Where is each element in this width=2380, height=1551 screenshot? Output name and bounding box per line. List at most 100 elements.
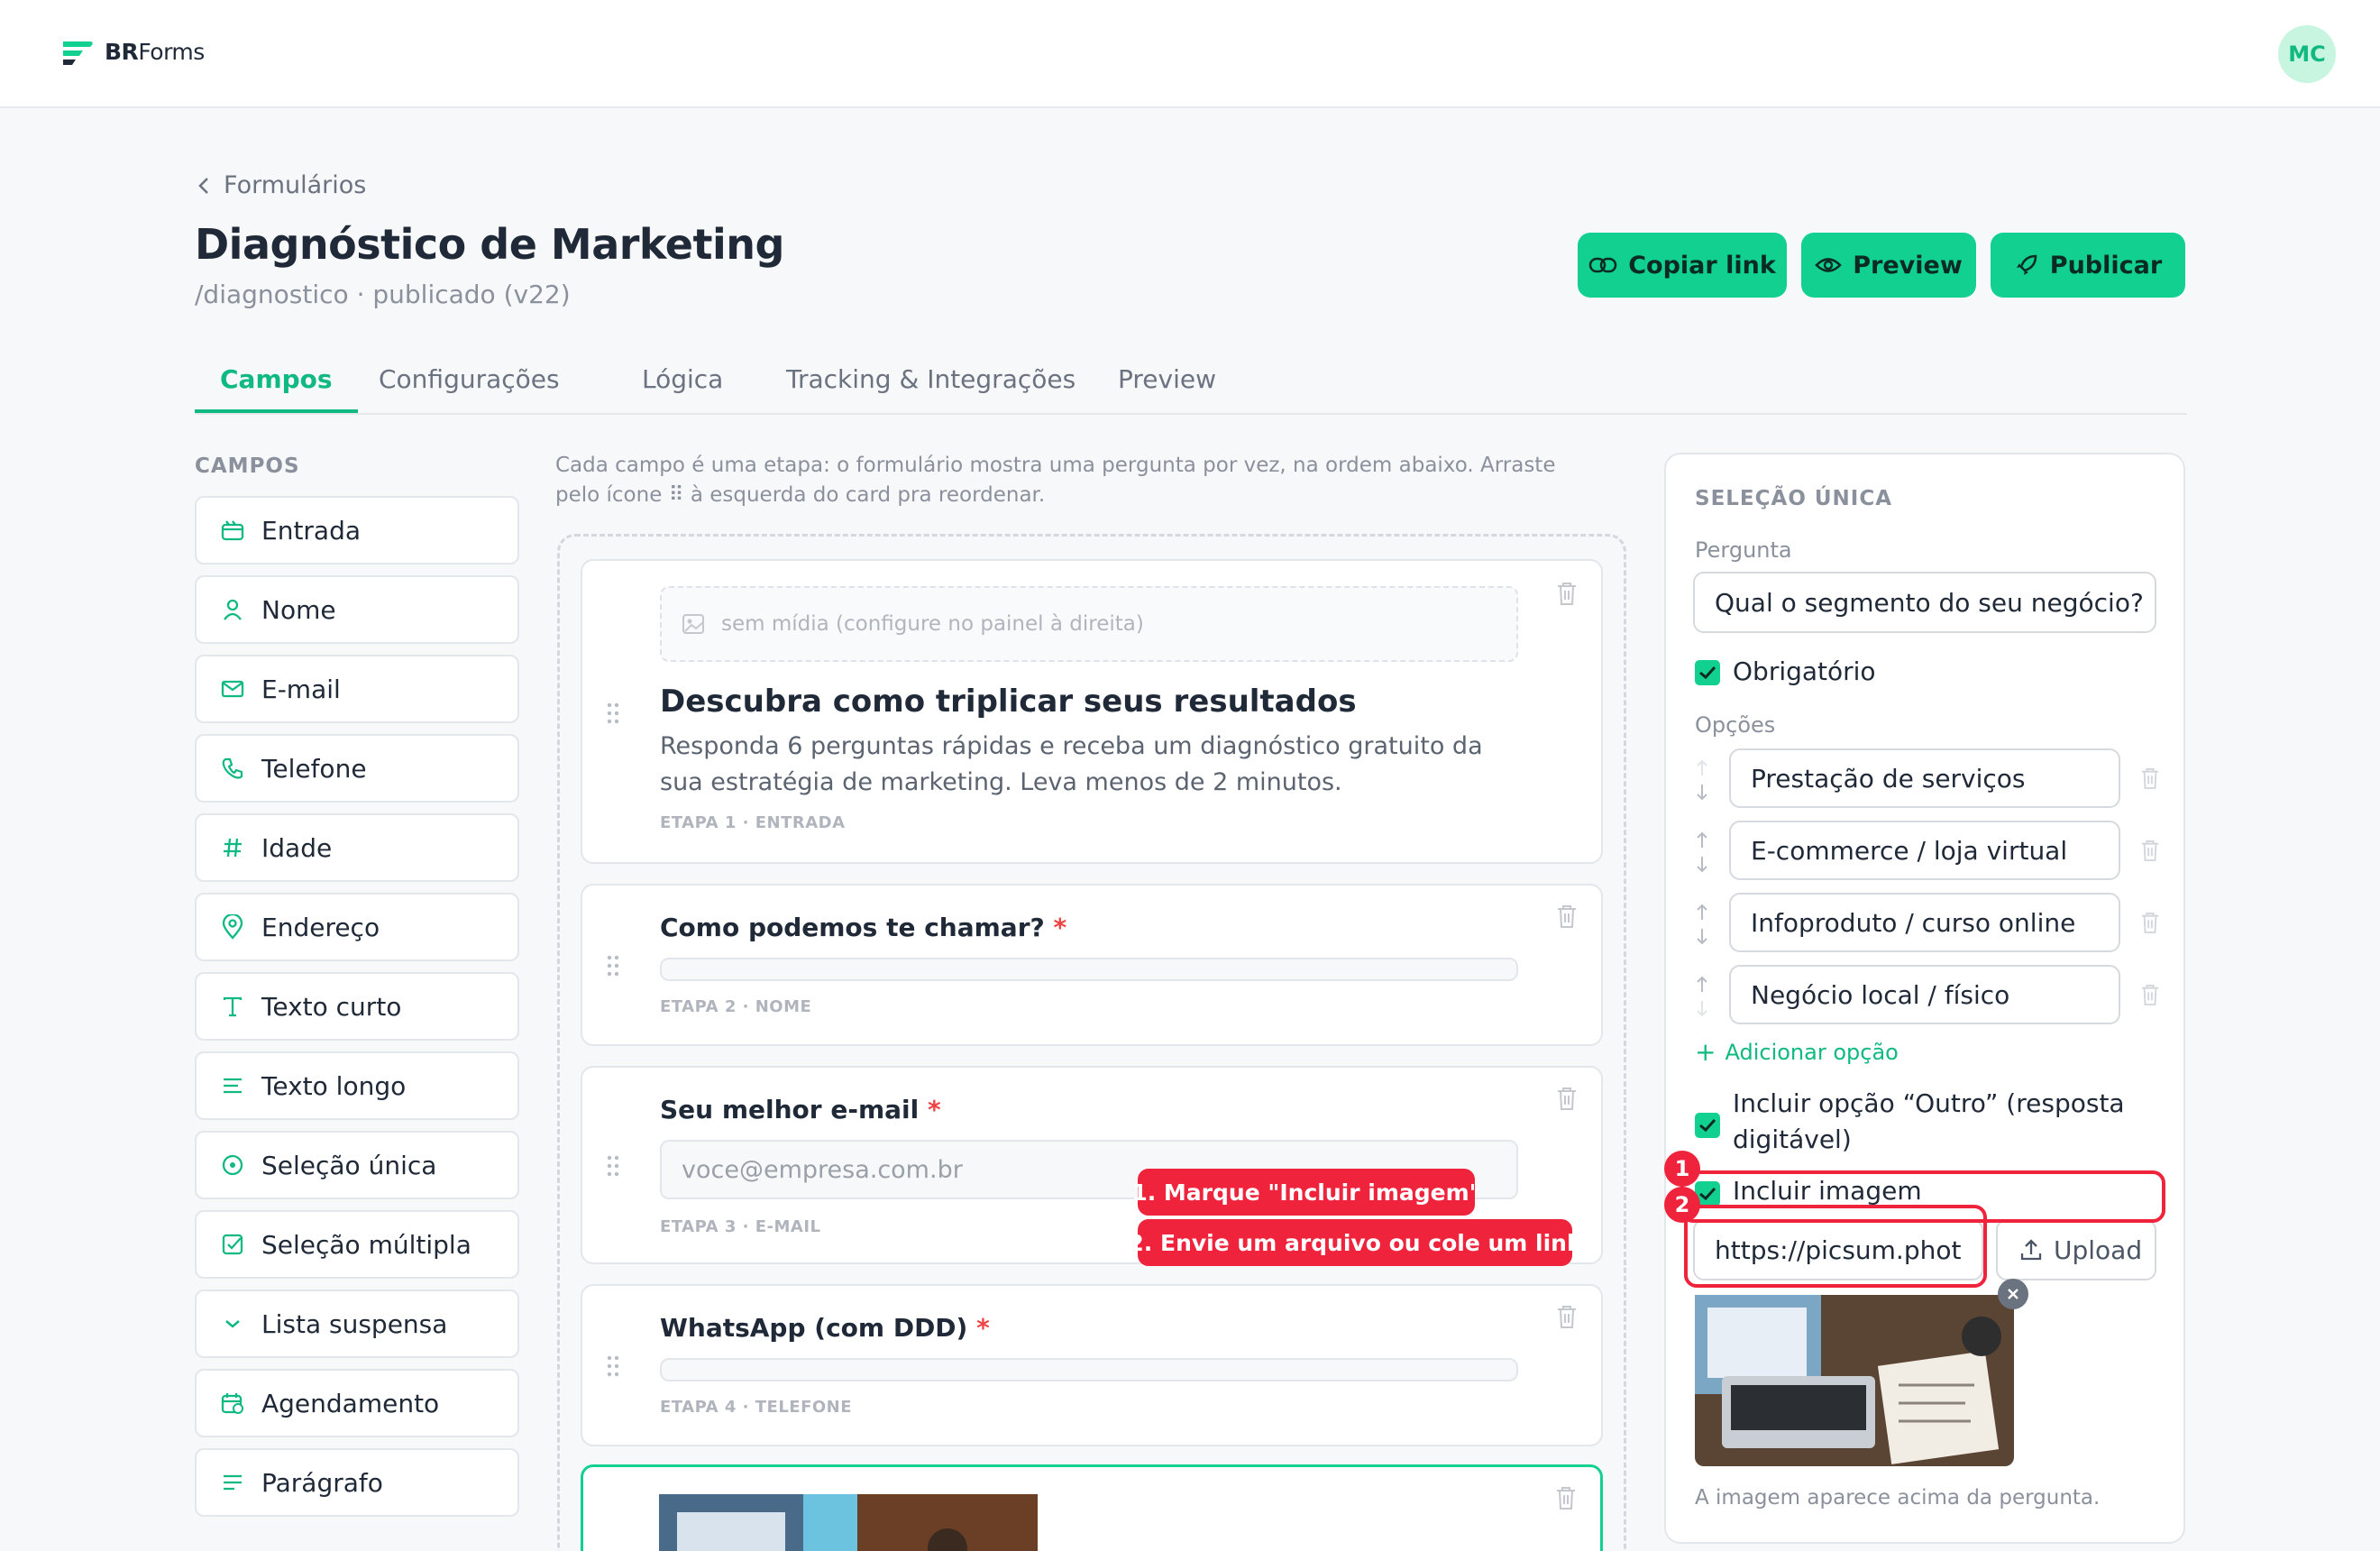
answer-preview-input (660, 1358, 1518, 1381)
field-entrada[interactable]: Entrada (195, 496, 519, 564)
breadcrumb-back[interactable]: Formulários (197, 171, 366, 199)
brand-logo[interactable]: BRForms (60, 36, 205, 67)
required-label: Obrigatório (1733, 656, 1876, 686)
calendar-icon (220, 1390, 245, 1416)
form-card-selected[interactable] (581, 1464, 1603, 1551)
callout-number-2: 2 (1664, 1187, 1700, 1223)
option-input[interactable]: Negócio local / físico (1729, 965, 2120, 1024)
question-input[interactable]: Qual o segmento do seu negócio? (1693, 572, 2156, 633)
form-card[interactable]: sem mídia (configure no painel à direita… (581, 559, 1603, 864)
copy-link-button[interactable]: Copiar link (1578, 233, 1787, 298)
media-placeholder[interactable]: sem mídia (configure no painel à direita… (660, 586, 1518, 662)
publish-button[interactable]: Publicar (1991, 233, 2185, 298)
step-label: ETAPA 4 · TELEFONE (660, 1398, 853, 1417)
card-image-thumbnail (659, 1494, 1038, 1551)
sidebar-heading: CAMPOS (195, 454, 300, 478)
card-question: WhatsApp (com DDD) * (660, 1313, 990, 1343)
image-hint: A imagem aparece acima da pergunta. (1695, 1486, 2101, 1510)
chevron-left-icon (198, 177, 208, 194)
field-telefone[interactable]: Telefone (195, 734, 519, 803)
editor-help-text: Cada campo é uma etapa: o formulário mos… (555, 454, 1556, 507)
other-option-label: Incluir opção “Outro” (resposta digitáve… (1733, 1088, 2125, 1154)
reorder-arrows-icon[interactable] (1693, 902, 1711, 947)
field-lista-suspensa[interactable]: Lista suspensa (195, 1289, 519, 1358)
top-bar: BRForms MC (0, 0, 2380, 108)
field-settings-panel: SELEÇÃO ÚNICA Pergunta Qual o segmento d… (1664, 453, 2185, 1544)
tab-configuracoes[interactable]: Configurações (353, 364, 585, 413)
paragraph-icon (220, 1470, 245, 1495)
drag-handle-icon[interactable] (606, 702, 620, 725)
drag-handle-icon[interactable] (606, 1154, 620, 1178)
reorder-arrows-icon[interactable] (1693, 757, 1711, 803)
plus-icon: + (1695, 1037, 1716, 1067)
trash-icon[interactable] (2140, 911, 2160, 934)
trash-icon[interactable] (1556, 1304, 1578, 1329)
field-paragrafo[interactable]: Parágrafo (195, 1448, 519, 1517)
remove-image-button[interactable] (1998, 1279, 2028, 1309)
field-agendamento[interactable]: Agendamento (195, 1369, 519, 1437)
field-selecao-unica[interactable]: Seleção única (195, 1131, 519, 1199)
rocket-icon (2016, 254, 2037, 275)
trash-icon[interactable] (1556, 904, 1578, 929)
card-question: Como podemos te chamar? * (660, 913, 1067, 942)
callout-step-1: 1. Marque "Incluir imagem" (1131, 1169, 1481, 1216)
close-icon (2008, 1289, 2018, 1299)
field-endereco[interactable]: Endereço (195, 893, 519, 961)
trash-icon[interactable] (1555, 1485, 1577, 1510)
entry-icon (220, 518, 245, 543)
eye-icon (1815, 258, 1843, 272)
add-option-button[interactable]: + Adicionar opção (1695, 1037, 1899, 1067)
tab-preview[interactable]: Preview (1093, 364, 1241, 413)
card-question: Seu melhor e-mail * (660, 1095, 941, 1124)
step-label: ETAPA 2 · NOME (660, 997, 812, 1016)
trash-icon[interactable] (1556, 1086, 1578, 1111)
checkbox-icon (220, 1232, 245, 1257)
card-description: Responda 6 perguntas rápidas e receba um… (660, 732, 1483, 796)
field-idade[interactable]: Idade (195, 813, 519, 882)
upload-button[interactable]: Upload (1996, 1219, 2156, 1280)
callout-number-1: 1 (1664, 1151, 1700, 1187)
option-input[interactable]: Prestação de serviços (1729, 748, 2120, 808)
field-nome[interactable]: Nome (195, 575, 519, 644)
option-input[interactable]: E-commerce / loja virtual (1729, 821, 2120, 880)
upload-icon (2020, 1239, 2042, 1261)
page-title: Diagnóstico de Marketing (195, 220, 784, 269)
trash-icon[interactable] (2140, 766, 2160, 790)
drag-handle-icon[interactable] (606, 954, 620, 977)
chevron-down-icon (220, 1311, 245, 1336)
hash-icon (220, 835, 245, 860)
callout-step-2: 2. Envie um arquivo ou cole um link (1128, 1219, 1582, 1266)
form-card[interactable]: WhatsApp (com DDD) * ETAPA 4 · TELEFONE (581, 1284, 1603, 1446)
mail-icon (220, 676, 245, 702)
reorder-arrows-icon[interactable] (1693, 830, 1711, 875)
tab-logica[interactable]: Lógica (617, 364, 748, 413)
required-checkbox[interactable] (1695, 660, 1720, 685)
other-option-checkbox[interactable] (1695, 1113, 1720, 1138)
trash-icon[interactable] (2140, 983, 2160, 1006)
question-label: Pergunta (1695, 537, 1792, 563)
drag-handle-icon[interactable] (606, 1354, 620, 1378)
highlight-image-url (1684, 1205, 1987, 1288)
trash-icon[interactable] (2140, 839, 2160, 862)
field-texto-longo[interactable]: Texto longo (195, 1051, 519, 1120)
radio-icon (220, 1152, 245, 1178)
field-texto-curto[interactable]: Texto curto (195, 972, 519, 1041)
step-label: ETAPA 3 · E-MAIL (660, 1217, 821, 1236)
option-input[interactable]: Infoproduto / curso online (1729, 893, 2120, 952)
preview-button[interactable]: Preview (1801, 233, 1976, 298)
tab-campos[interactable]: Campos (195, 364, 358, 413)
tab-tracking-integracoes[interactable]: Tracking & Integrações (761, 364, 1101, 413)
page-subtitle: /diagnostico · publicado (v22) (195, 280, 571, 309)
form-card[interactable]: Como podemos te chamar? * ETAPA 2 · NOME (581, 884, 1603, 1046)
field-email[interactable]: E-mail (195, 655, 519, 723)
avatar[interactable]: MC (2278, 25, 2336, 83)
options-label: Opções (1695, 712, 1776, 738)
image-preview (1695, 1295, 2014, 1466)
lines-icon (220, 1073, 245, 1098)
step-label: ETAPA 1 · ENTRADA (660, 813, 846, 832)
field-selecao-multipla[interactable]: Seleção múltipla (195, 1210, 519, 1279)
trash-icon[interactable] (1556, 581, 1578, 606)
reorder-arrows-icon[interactable] (1693, 974, 1711, 1019)
location-icon (220, 914, 245, 940)
tab-bar: Campos Configurações Lógica Tracking & I… (195, 357, 2187, 415)
